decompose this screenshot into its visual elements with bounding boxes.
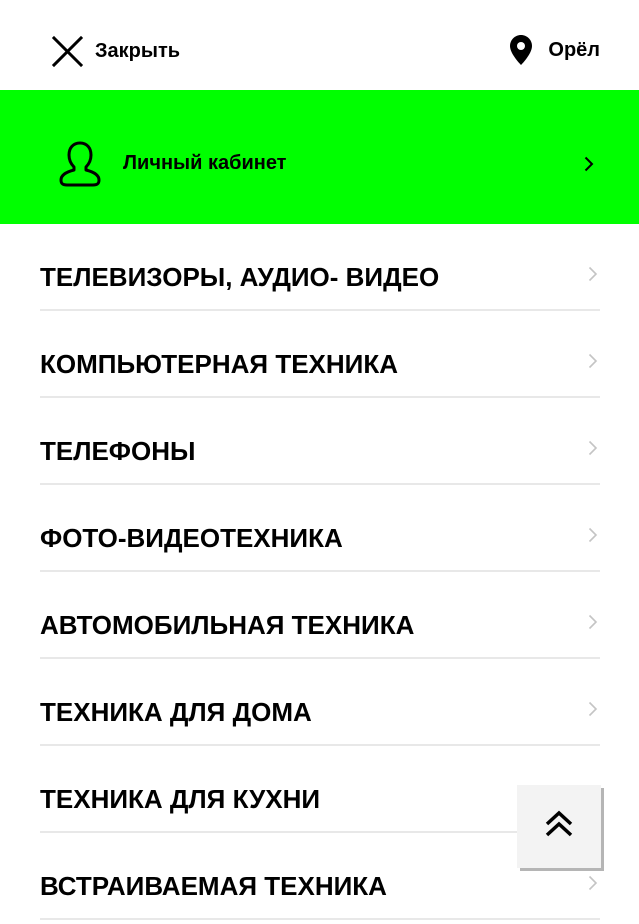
menu-header: Закрыть Орёл: [0, 0, 639, 90]
category-label: ТЕХНИКА ДЛЯ ДОМА: [40, 697, 312, 727]
chevron-right-icon: [584, 156, 594, 177]
mobile-menu: Закрыть Орёл Личный кабинет ТЕЛЕВИЗОРЫ, …: [0, 0, 639, 924]
chevron-right-icon: [588, 701, 598, 722]
category-list: ТЕЛЕВИЗОРЫ, АУДИО- ВИДЕО КОМПЬЮТЕРНАЯ ТЕ…: [40, 224, 600, 920]
close-icon: [51, 35, 84, 68]
category-item[interactable]: ТЕЛЕФОНЫ: [40, 398, 600, 485]
personal-account-label: Личный кабинет: [123, 152, 287, 174]
city-selector[interactable]: Орёл: [510, 33, 600, 67]
chevron-right-icon: [588, 527, 598, 548]
category-label: ТЕХНИКА ДЛЯ КУХНИ: [40, 784, 321, 814]
category-label: ВСТРАИВАЕМАЯ ТЕХНИКА: [40, 871, 387, 901]
chevron-right-icon: [588, 614, 598, 635]
city-label: Орёл: [548, 38, 600, 61]
category-label: ТЕЛЕФОНЫ: [40, 436, 196, 466]
close-label: Закрыть: [95, 39, 181, 62]
chevron-right-icon: [588, 353, 598, 374]
category-label: ТЕЛЕВИЗОРЫ, АУДИО- ВИДЕО: [40, 262, 440, 292]
chevron-right-icon: [588, 440, 598, 461]
category-label: КОМПЬЮТЕРНАЯ ТЕХНИКА: [40, 349, 398, 379]
category-label: АВТОМОБИЛЬНАЯ ТЕХНИКА: [40, 610, 415, 640]
double-chevron-up-icon: [544, 810, 574, 843]
category-item[interactable]: ТЕЛЕВИЗОРЫ, АУДИО- ВИДЕО: [40, 224, 600, 311]
chevron-right-icon: [588, 875, 598, 896]
category-item[interactable]: ФОТО-ВИДЕОТЕХНИКА: [40, 485, 600, 572]
chevron-right-icon: [588, 266, 598, 287]
category-item[interactable]: ВСТРАИВАЕМАЯ ТЕХНИКА: [40, 833, 600, 920]
personal-account-link[interactable]: Личный кабинет: [0, 90, 639, 224]
category-label: ФОТО-ВИДЕОТЕХНИКА: [40, 523, 343, 553]
scroll-to-top-button[interactable]: [517, 785, 601, 868]
close-button[interactable]: Закрыть: [51, 34, 180, 68]
user-icon: [58, 140, 102, 193]
category-item[interactable]: ТЕХНИКА ДЛЯ КУХНИ: [40, 746, 600, 833]
category-item[interactable]: АВТОМОБИЛЬНАЯ ТЕХНИКА: [40, 572, 600, 659]
category-item[interactable]: ТЕХНИКА ДЛЯ ДОМА: [40, 659, 600, 746]
map-pin-icon: [510, 35, 533, 65]
category-item[interactable]: КОМПЬЮТЕРНАЯ ТЕХНИКА: [40, 311, 600, 398]
